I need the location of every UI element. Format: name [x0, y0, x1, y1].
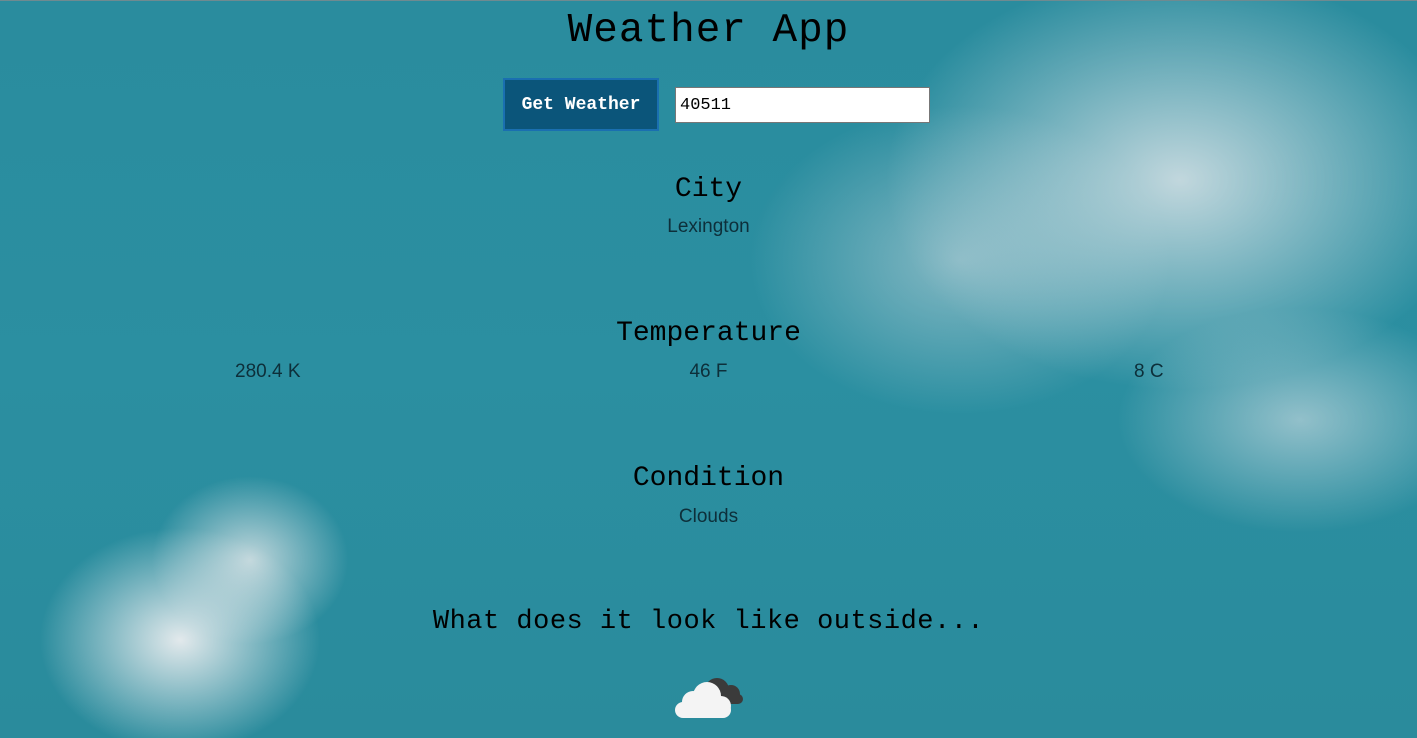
temperature-heading: Temperature — [616, 318, 801, 349]
condition-heading: Condition — [632, 463, 785, 494]
get-weather-button[interactable]: Get Weather — [503, 78, 659, 131]
outside-heading: What does it look like outside... — [432, 607, 985, 637]
cloud-icon — [675, 678, 743, 718]
temperature-celsius: 8 C — [1134, 361, 1164, 382]
city-heading: City — [674, 174, 743, 205]
city-value: Lexington — [667, 216, 750, 237]
condition-value: Clouds — [678, 506, 739, 527]
window-top-border — [0, 0, 1417, 1]
page-title: Weather App — [567, 8, 850, 54]
zip-input[interactable] — [675, 87, 930, 123]
temperature-fahrenheit: 46 F — [689, 361, 728, 382]
